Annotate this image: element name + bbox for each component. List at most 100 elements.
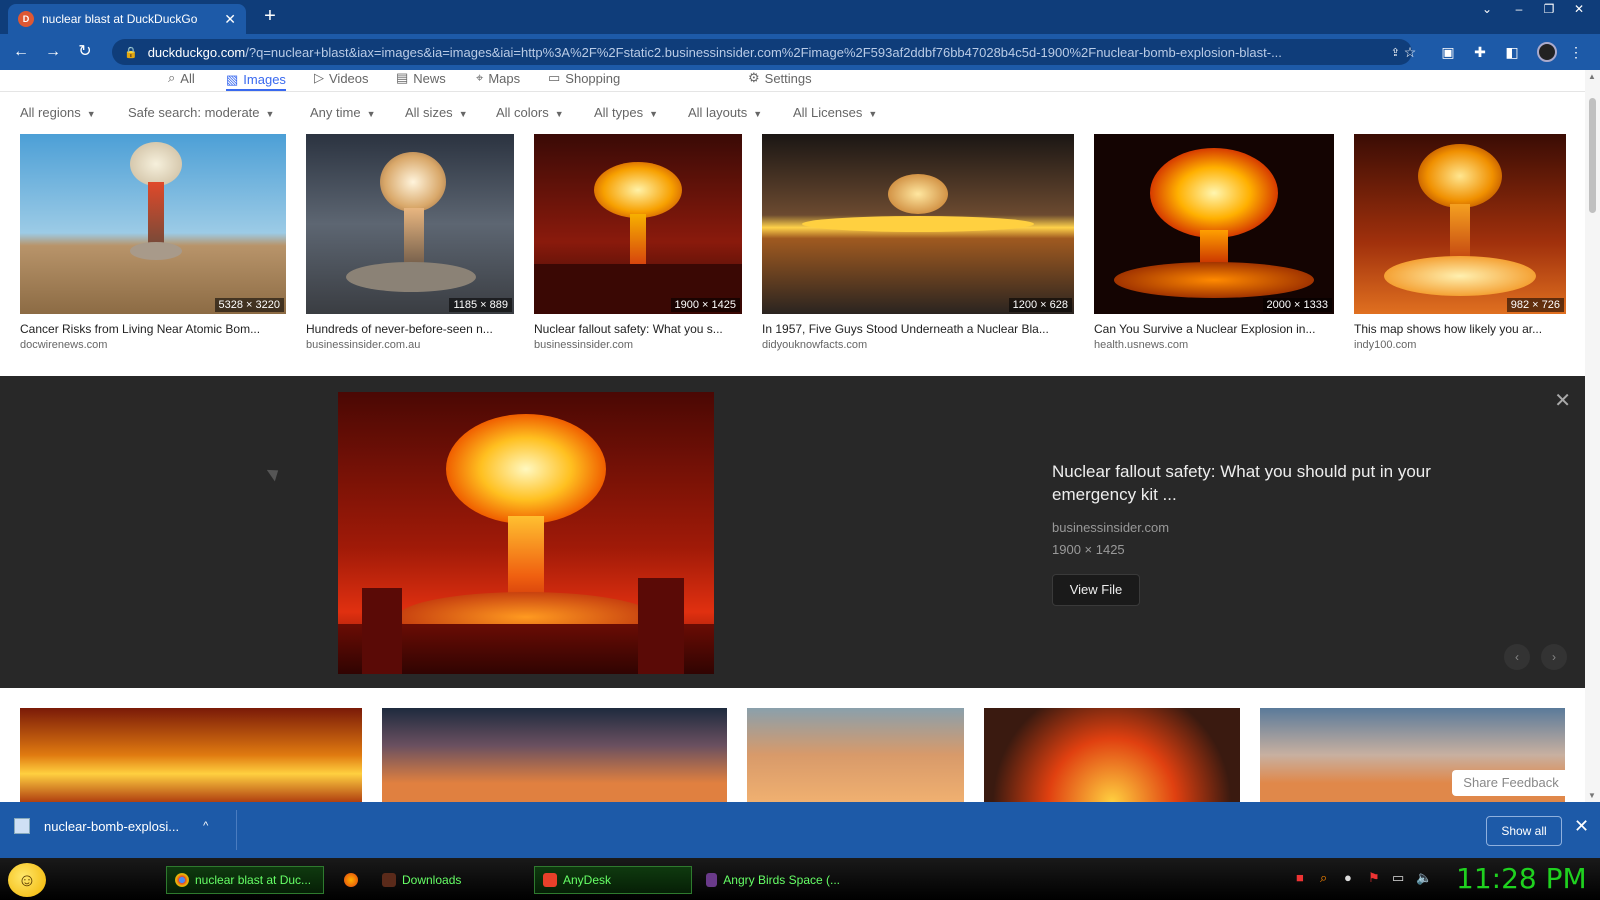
extension-icon[interactable]: ▣ bbox=[1438, 42, 1458, 62]
menu-dots-icon[interactable]: ⋮ bbox=[1566, 42, 1586, 62]
tab-images[interactable]: ▧ Images bbox=[226, 70, 286, 91]
anydesk-tray-icon[interactable]: ■ bbox=[1296, 870, 1304, 885]
taskbar-item-downloads[interactable]: Downloads bbox=[374, 866, 526, 894]
result-title[interactable]: Cancer Risks from Living Near Atomic Bom… bbox=[20, 322, 286, 336]
result-source[interactable]: indy100.com bbox=[1354, 339, 1416, 351]
detail-source[interactable]: businessinsider.com bbox=[1052, 520, 1169, 535]
tab-shopping-label: Shopping bbox=[565, 70, 621, 86]
duckduckgo-favicon-icon: D bbox=[18, 11, 34, 27]
result-thumbnail[interactable] bbox=[382, 708, 727, 802]
show-all-button[interactable]: Show all bbox=[1486, 816, 1562, 846]
previous-image-button[interactable]: ‹ bbox=[1504, 644, 1530, 670]
search-tray-icon[interactable]: ⌕ bbox=[1320, 870, 1327, 886]
tab-news[interactable]: ▤ News bbox=[396, 70, 446, 86]
result-thumbnail[interactable]: 2000 × 1333 bbox=[1094, 134, 1334, 314]
puzzle-extensions-icon[interactable]: ✚ bbox=[1470, 42, 1490, 62]
profile-avatar[interactable] bbox=[1537, 42, 1557, 62]
filter-safe-search[interactable]: Safe search: moderate ▼ bbox=[128, 105, 274, 120]
settings-link[interactable]: ⚙ Settings bbox=[748, 70, 812, 86]
share-icon[interactable]: ⇪ bbox=[1391, 46, 1400, 59]
filter-license[interactable]: All Licenses ▼ bbox=[793, 105, 877, 120]
volume-tray-icon[interactable]: 🔈 bbox=[1416, 870, 1432, 886]
result-source[interactable]: health.usnews.com bbox=[1094, 339, 1188, 351]
address-bar[interactable]: 🔒 duckduckgo.com/?q=nuclear+blast&iax=im… bbox=[112, 39, 1412, 65]
scroll-down-icon[interactable]: ▼ bbox=[1588, 791, 1596, 800]
restore-window-button[interactable]: ❐ bbox=[1534, 0, 1564, 20]
folder-icon bbox=[382, 873, 396, 887]
result-thumbnail[interactable] bbox=[984, 708, 1240, 802]
result-thumbnail[interactable]: 5328 × 3220 bbox=[20, 134, 286, 314]
filter-color[interactable]: All colors ▼ bbox=[496, 105, 564, 120]
settings-label: Settings bbox=[764, 70, 812, 86]
download-file-name: nuclear-bomb-explosi... bbox=[44, 818, 180, 834]
filter-region[interactable]: All regions ▼ bbox=[20, 105, 96, 120]
image-filters: All regions ▼ Safe search: moderate ▼ Any … bbox=[0, 100, 1585, 126]
caret-down-icon: ▼ bbox=[649, 109, 659, 119]
tab-videos[interactable]: ▷ Videos bbox=[314, 70, 369, 86]
chevron-up-icon[interactable]: ^ bbox=[203, 820, 208, 832]
result-title[interactable]: Can You Survive a Nuclear Explosion in..… bbox=[1094, 322, 1334, 336]
image-dimensions: 1900 × 1425 bbox=[670, 298, 740, 312]
filter-time[interactable]: Any time ▼ bbox=[310, 105, 376, 120]
taskbar-item-chrome[interactable]: nuclear blast at Duc... bbox=[166, 866, 324, 894]
minimize-window-button[interactable]: – bbox=[1504, 0, 1534, 20]
new-tab-button[interactable]: + bbox=[258, 4, 282, 28]
download-item[interactable]: nuclear-bomb-explosi... ^ bbox=[14, 818, 208, 834]
system-clock[interactable]: 11:28 PM bbox=[1456, 862, 1587, 895]
detail-title[interactable]: Nuclear fallout safety: What you should … bbox=[1052, 460, 1512, 506]
tab-images-label: Images bbox=[243, 72, 286, 87]
result-thumbnail[interactable]: 1900 × 1425 bbox=[534, 134, 742, 314]
view-file-button[interactable]: View File bbox=[1052, 574, 1140, 606]
result-thumbnail[interactable]: 982 × 726 bbox=[1354, 134, 1566, 314]
result-title[interactable]: Nuclear fallout safety: What you s... bbox=[534, 322, 742, 336]
result-thumbnail[interactable]: 1185 × 889 bbox=[306, 134, 514, 314]
filter-layout[interactable]: All layouts ▼ bbox=[688, 105, 762, 120]
side-panel-icon[interactable]: ◧ bbox=[1502, 42, 1522, 62]
result-title[interactable]: In 1957, Five Guys Stood Underneath a Nu… bbox=[762, 322, 1074, 336]
detail-image[interactable] bbox=[338, 392, 714, 674]
result-thumbnail[interactable]: 1200 × 628 bbox=[762, 134, 1074, 314]
next-image-button[interactable]: › bbox=[1541, 644, 1567, 670]
result-title[interactable]: Hundreds of never-before-seen n... bbox=[306, 322, 514, 336]
result-title[interactable]: This map shows how likely you ar... bbox=[1354, 322, 1566, 336]
tab-maps[interactable]: ⌖ Maps bbox=[476, 70, 520, 86]
tab-all[interactable]: ⌕ All bbox=[168, 70, 195, 86]
result-thumbnail[interactable] bbox=[747, 708, 964, 802]
url-text[interactable]: duckduckgo.com/?q=nuclear+blast&iax=imag… bbox=[148, 45, 1381, 60]
page-scrollbar[interactable]: ▲ ▼ bbox=[1585, 70, 1600, 802]
tab-close-icon[interactable]: ✕ bbox=[224, 11, 236, 28]
filter-type[interactable]: All types ▼ bbox=[594, 105, 658, 120]
forward-button[interactable]: → bbox=[42, 41, 64, 63]
result-source[interactable]: businessinsider.com bbox=[534, 339, 633, 351]
taskbar-item-angry-birds[interactable]: Angry Birds Space (... bbox=[698, 866, 848, 894]
result-source[interactable]: businessinsider.com.au bbox=[306, 339, 420, 351]
caret-down-icon: ▼ bbox=[86, 109, 96, 119]
flag-tray-icon[interactable]: ⚑ bbox=[1368, 870, 1380, 886]
image-dimensions: 1185 × 889 bbox=[449, 298, 512, 312]
filter-size[interactable]: All sizes ▼ bbox=[405, 105, 468, 120]
tab-shopping[interactable]: ▭ Shopping bbox=[548, 70, 620, 86]
browser-tab-strip: D nuclear blast at DuckDuckGo ✕ + ⌄ – ❐ … bbox=[0, 0, 1600, 34]
back-button[interactable]: ← bbox=[10, 41, 32, 63]
close-window-button[interactable]: ✕ bbox=[1564, 0, 1594, 20]
tab-search-icon[interactable]: ⌄ bbox=[1472, 0, 1502, 20]
scrollbar-thumb[interactable] bbox=[1589, 98, 1596, 213]
bookmark-star-icon[interactable]: ☆ bbox=[1400, 42, 1420, 62]
scroll-up-icon[interactable]: ▲ bbox=[1588, 72, 1596, 81]
taskbar-item-firefox[interactable] bbox=[336, 866, 366, 894]
browser-tab[interactable]: D nuclear blast at DuckDuckGo ✕ bbox=[8, 4, 246, 34]
image-detail-panel: Nuclear fallout safety: What you should … bbox=[0, 376, 1585, 688]
taskbar-item-anydesk[interactable]: AnyDesk bbox=[534, 866, 692, 894]
start-button[interactable]: ☺ bbox=[8, 863, 46, 897]
image-dimensions: 5328 × 3220 bbox=[214, 298, 284, 312]
share-feedback-button[interactable]: Share Feedback bbox=[1452, 770, 1570, 796]
result-source[interactable]: docwirenews.com bbox=[20, 339, 107, 351]
network-tray-icon[interactable]: ▭ bbox=[1392, 870, 1404, 886]
reload-button[interactable]: ↻ bbox=[74, 41, 96, 63]
close-downloads-icon[interactable]: ✕ bbox=[1574, 816, 1589, 837]
close-detail-icon[interactable]: ✕ bbox=[1554, 388, 1571, 413]
messenger-tray-icon[interactable]: ● bbox=[1344, 870, 1352, 885]
result-source[interactable]: didyouknowfacts.com bbox=[762, 339, 867, 351]
result-thumbnail[interactable] bbox=[20, 708, 362, 802]
filter-label: All regions bbox=[20, 105, 81, 120]
